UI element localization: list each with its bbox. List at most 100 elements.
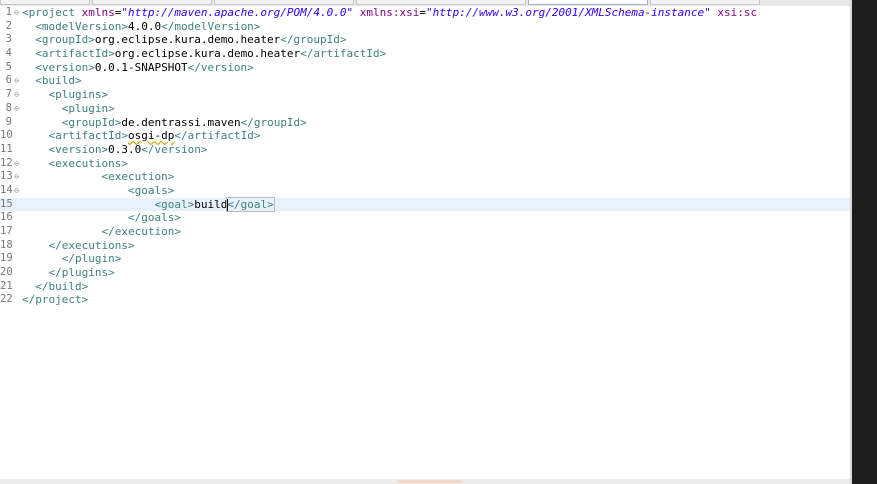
token-tag: <artifactId> — [35, 47, 115, 61]
right-panel-edge — [850, 0, 877, 484]
code-text: </project> — [22, 293, 88, 307]
code-line[interactable]: 17 </execution> — [0, 225, 850, 239]
line-number: 13 — [0, 170, 13, 183]
code-line[interactable]: 10 <artifactId>osgi-dp</artifactId> — [0, 129, 850, 143]
code-text: <artifactId>org.eclipse.kura.demo.heater… — [22, 47, 386, 61]
code-line[interactable]: 18 </executions> — [0, 239, 850, 253]
editor-tab[interactable] — [92, 0, 212, 5]
token-tag: <build> — [35, 74, 82, 88]
line-number: 12 — [0, 156, 13, 169]
code-text: <groupId>de.dentrassi.maven</groupId> — [22, 116, 307, 130]
code-text: <build> — [22, 74, 82, 88]
code-text: <version>0.0.1-SNAPSHOT</version> — [22, 61, 254, 75]
code-line[interactable]: 21 </build> — [0, 280, 850, 294]
code-line[interactable]: 14 ⊖ <goals> — [0, 184, 850, 198]
line-number: 18 — [0, 238, 13, 251]
token-tag: </artifactId> — [174, 129, 261, 143]
code-text: <goal>build</goal> — [22, 196, 275, 212]
code-text: <execution> — [22, 170, 174, 184]
code-line[interactable]: 5 <version>0.0.1-SNAPSHOT</version> — [0, 61, 850, 75]
token-tag: <plugin> — [61, 101, 115, 115]
code-text: <plugin> — [22, 102, 115, 116]
editor-tab[interactable] — [214, 0, 354, 5]
code-text: </build> — [22, 280, 88, 294]
vertical-divider[interactable] — [850, 0, 852, 484]
fold-toggle-icon[interactable]: ⊖ — [12, 6, 21, 20]
code-line[interactable]: 22 </project> — [0, 293, 850, 307]
code-line[interactable]: 1 ⊖ <project xmlns="http://maven.apache.or… — [0, 6, 850, 20]
horizontal-scrollbar[interactable] — [0, 479, 850, 484]
code-line[interactable]: 13 ⊖ <execution> — [0, 170, 850, 184]
code-text: </plugins> — [22, 266, 115, 280]
code-text: </executions> — [22, 239, 135, 253]
code-text: </goals> — [22, 211, 181, 225]
code-text: <plugins> — [22, 88, 109, 102]
code-line[interactable]: 19 </plugin> — [0, 252, 850, 266]
token-plain: 4.0.0 — [127, 19, 162, 33]
line-number: 20 — [0, 266, 13, 279]
code-text: </plugin> — [22, 252, 122, 266]
code-line[interactable]: 6 ⊖ <build> — [0, 74, 850, 88]
token-tag: </artifactId> — [300, 47, 387, 61]
fold-toggle-icon[interactable]: ⊖ — [12, 88, 21, 102]
fold-toggle-icon[interactable]: ⊖ — [12, 157, 21, 171]
code-line[interactable]: 4 <artifactId>org.eclipse.kura.demo.heat… — [0, 47, 850, 61]
token-tag: </groupId> — [240, 115, 307, 129]
code-line[interactable]: 2 <modelVersion>4.0.0</modelVersion> — [0, 20, 850, 34]
token-tag: <execution> — [101, 170, 175, 184]
token-tag: </version> — [187, 60, 254, 74]
code-area[interactable]: 1 ⊖ <project xmlns="http://maven.apache.or… — [0, 6, 850, 307]
code-text: <modelVersion>4.0.0</modelVersion> — [22, 20, 260, 34]
matching-tag: </goal> — [226, 196, 275, 212]
code-line[interactable]: 8 ⊖ <plugin> — [0, 102, 850, 116]
code-line[interactable]: 9 <groupId>de.dentrassi.maven</groupId> — [0, 116, 850, 130]
token-tag: </version> — [141, 142, 208, 156]
editor-tab[interactable] — [0, 0, 90, 5]
code-line-current[interactable]: 15 <goal>build</goal> — [0, 196, 850, 212]
token-tag: </groupId> — [280, 33, 347, 47]
code-line[interactable]: 11 <version>0.3.0</version> — [0, 143, 850, 157]
token-tag: <project — [22, 6, 82, 19]
code-line[interactable]: 12 ⊖ <executions> — [0, 157, 850, 171]
line-number: 11 — [0, 142, 13, 155]
editor-tab[interactable] — [650, 0, 760, 5]
line-number: 2 — [5, 19, 12, 32]
scroll-highlight — [398, 480, 462, 483]
fold-toggle-icon[interactable]: ⊖ — [12, 184, 21, 198]
editor-tab-active[interactable] — [528, 0, 648, 5]
line-number: 16 — [0, 211, 13, 224]
code-line[interactable]: 16 </goals> — [0, 211, 850, 225]
line-number: 21 — [0, 279, 13, 292]
xml-source-editor[interactable]: 1 ⊖ <project xmlns="http://maven.apache.or… — [0, 6, 850, 480]
code-text: </execution> — [22, 225, 180, 239]
line-number: 10 — [0, 129, 13, 142]
token-tag: <version> — [35, 60, 95, 74]
fold-toggle-icon[interactable]: ⊖ — [12, 170, 21, 184]
line-number: 7 — [5, 88, 12, 101]
code-line[interactable]: 3 <groupId>org.eclipse.kura.demo.heater<… — [0, 33, 850, 47]
token-tag: <modelVersion> — [35, 19, 128, 33]
fold-toggle-icon[interactable]: ⊖ — [12, 102, 21, 116]
code-text: <project xmlns="http://maven.apache.org/… — [22, 6, 757, 20]
code-line[interactable]: 7 ⊖ <plugins> — [0, 88, 850, 102]
editor-tab[interactable] — [356, 0, 526, 5]
token-plain: de.dentrassi.maven — [121, 115, 241, 129]
code-line[interactable]: 20 </plugins> — [0, 266, 850, 280]
fold-toggle-icon[interactable]: ⊖ — [12, 74, 21, 88]
token-tag: <executions> — [48, 156, 128, 170]
